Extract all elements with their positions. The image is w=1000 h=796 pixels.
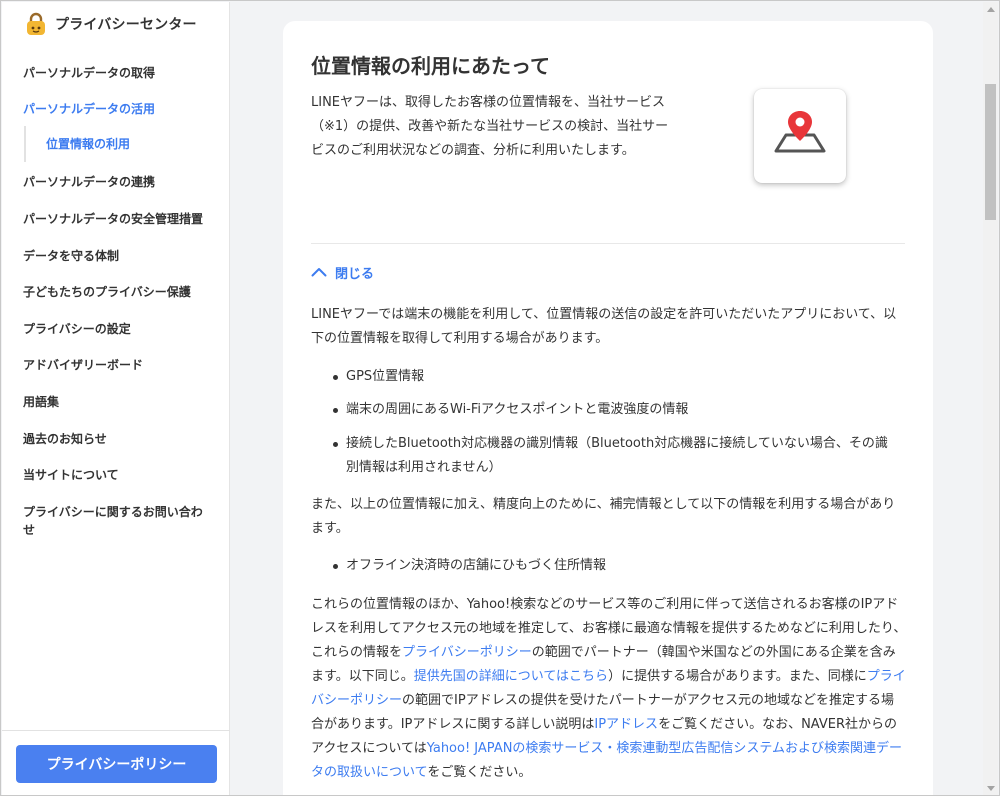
sidebar-item-children-privacy[interactable]: 子どもたちのプライバシー保護 [23, 283, 218, 301]
paragraph-3: これらの位置情報のほか、Yahoo!検索などのサービス等のご利用に伴って送信され… [311, 593, 907, 785]
map-pin-icon [774, 111, 826, 153]
paragraph-3-text: ）に提供する場合があります。また、同様に [608, 669, 867, 684]
intro-text: LINEヤフーは、取得したお客様の位置情報を、当社サービス（※1）の提供、改善や… [311, 95, 669, 158]
sidebar: プライバシーセンター パーソナルデータの取得 パーソナルデータの活用 位置情報の… [2, 2, 230, 795]
paragraph-2: また、以上の位置情報に加え、精度向上のために、補完情報として以下の情報を利用する… [311, 497, 896, 536]
page-scrollbar[interactable] [983, 2, 998, 795]
sidebar-item-past-notices[interactable]: 過去のお知らせ [23, 430, 218, 448]
scroll-down-arrow-icon[interactable] [987, 786, 995, 791]
sidebar-item-about-site[interactable]: 当サイトについて [23, 466, 218, 484]
destination-countries-link[interactable]: 提供先国の詳細についてはこちら [414, 669, 608, 684]
sidebar-item-security[interactable]: パーソナルデータの安全管理措置 [23, 210, 218, 228]
collapse-toggle[interactable]: 閉じる [311, 261, 374, 283]
chevron-up-icon [311, 268, 327, 277]
section-divider [311, 243, 905, 244]
sidebar-item-glossary[interactable]: 用語集 [23, 393, 218, 411]
scroll-up-arrow-icon[interactable] [987, 7, 995, 12]
list-item: GPS位置情報 [325, 365, 895, 389]
ip-address-link[interactable]: IPアドレス [594, 717, 658, 732]
logo-text: プライバシーセンター [55, 17, 197, 33]
site-logo[interactable]: プライバシーセンター [23, 10, 197, 38]
collapse-toggle-label: 閉じる [335, 266, 375, 282]
paragraph-1: LINEヤフーでは端末の機能を利用して、位置情報の送信の設定を許可いただいたアプ… [311, 307, 897, 346]
content-card: 位置情報の利用にあたって LINEヤフーは、取得したお客様の位置情報を、当社サー… [283, 21, 933, 795]
location-illustration [754, 89, 846, 183]
page-title: 位置情報の利用にあたって [311, 54, 550, 78]
lock-logo-icon [27, 12, 45, 35]
sidebar-divider [2, 730, 230, 731]
privacy-policy-link[interactable]: プライバシーポリシー [402, 645, 532, 660]
list-item: 端末の周囲にあるWi-Fiアクセスポイントと電波強度の情報 [325, 398, 895, 422]
paragraph-3-text: をご覧ください。 [427, 765, 532, 780]
list-item: 接続したBluetooth対応機器の識別情報（Bluetooth対応機器に接続し… [325, 432, 895, 480]
sidebar-item-linkage[interactable]: パーソナルデータの連携 [23, 173, 218, 191]
sidebar-subitem-label: 位置情報の利用 [46, 137, 131, 151]
sidebar-item-acquisition[interactable]: パーソナルデータの取得 [23, 64, 218, 82]
privacy-policy-button[interactable]: プライバシーポリシー [16, 745, 217, 783]
browser-viewport: プライバシーセンター パーソナルデータの取得 パーソナルデータの活用 位置情報の… [0, 0, 1000, 796]
sidebar-item-advisory-board[interactable]: アドバイザリーボード [23, 356, 218, 374]
sidebar-subitem-location[interactable]: 位置情報の利用 [24, 126, 204, 162]
scrollbar-thumb[interactable] [985, 84, 996, 220]
list-item: オフライン決済時の店舗にひもづく住所情報 [325, 554, 895, 578]
sidebar-item-contact[interactable]: プライバシーに関するお問い合わせ [23, 503, 213, 539]
sidebar-item-utilization[interactable]: パーソナルデータの活用 [23, 100, 218, 118]
sidebar-item-privacy-settings[interactable]: プライバシーの設定 [23, 320, 218, 338]
sidebar-item-protection-structure[interactable]: データを守る体制 [23, 247, 218, 265]
